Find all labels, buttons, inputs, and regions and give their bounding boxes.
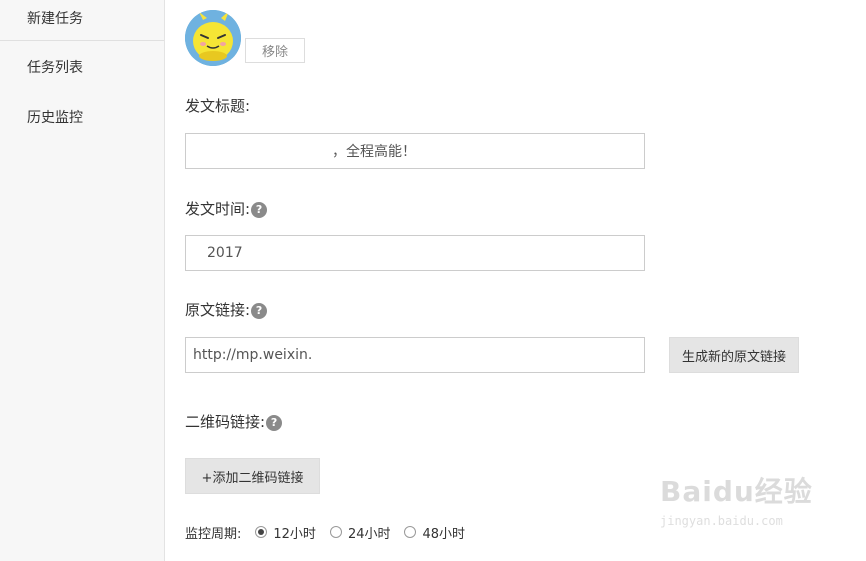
help-icon[interactable]: ? [251,302,268,319]
title-label-text: 发文标题: [185,97,251,115]
period-option-label: 24小时 [347,526,391,542]
radio-icon [404,526,417,538]
link-input-value: http://mp.weixin. [193,347,313,363]
period-option-12h[interactable]: 12小时 [255,523,316,542]
help-icon[interactable]: ? [266,414,283,431]
avatar [185,10,241,66]
watermark-brand: Baidu经验 [660,475,813,508]
radio-selected-icon [255,526,268,538]
time-label: 发文时间: ? [185,198,268,219]
link-label-text: 原文链接: [185,301,251,319]
time-input[interactable]: 2017 [185,235,645,271]
generate-link-button[interactable]: 生成新的原文链接 [669,337,799,373]
sidebar-item-history[interactable]: 历史监控 [0,92,164,142]
app-window: 新建任务 任务列表 历史监控 移除 发文标题: ，全程高能！ 发文时间: ? 2… [0,0,866,561]
period-option-label: 12小时 [273,526,316,542]
period-option-48h[interactable]: 48小时 [404,523,465,542]
link-input[interactable]: http://mp.weixin. [185,337,645,373]
add-qr-button[interactable]: +添加二维码链接 [185,458,320,494]
account-name-redacted [245,12,325,22]
link-label: 原文链接: ? [185,299,268,320]
sidebar-item-new-task[interactable]: 新建任务 [0,0,164,41]
qr-label: 二维码链接: ? [185,411,283,432]
sidebar: 新建任务 任务列表 历史监控 [0,0,165,561]
help-icon[interactable]: ? [251,201,268,218]
period-row: 监控周期: 12小时 24小时 48小时 [185,522,465,542]
radio-icon [329,526,342,538]
watermark-url: jingyan.baidu.com [660,514,783,528]
time-input-value: 2017 [207,245,243,261]
qr-label-text: 二维码链接: [185,413,266,431]
time-label-text: 发文时间: [185,200,251,218]
title-label: 发文标题: [185,95,250,116]
period-option-24h[interactable]: 24小时 [329,523,391,542]
sidebar-item-label: 历史监控 [27,110,83,126]
period-label: 监控周期: [185,526,242,542]
sidebar-item-task-list[interactable]: 任务列表 [0,42,164,92]
sidebar-item-label: 新建任务 [27,11,83,27]
period-option-label: 48小时 [422,526,466,542]
watermark: Baidu经验 jingyan.baidu.com [660,470,830,545]
remove-account-button[interactable]: 移除 [245,38,305,63]
sidebar-item-label: 任务列表 [27,60,83,76]
title-input-value: ，全程高能！ [332,144,416,160]
title-input[interactable]: ，全程高能！ [185,133,645,169]
